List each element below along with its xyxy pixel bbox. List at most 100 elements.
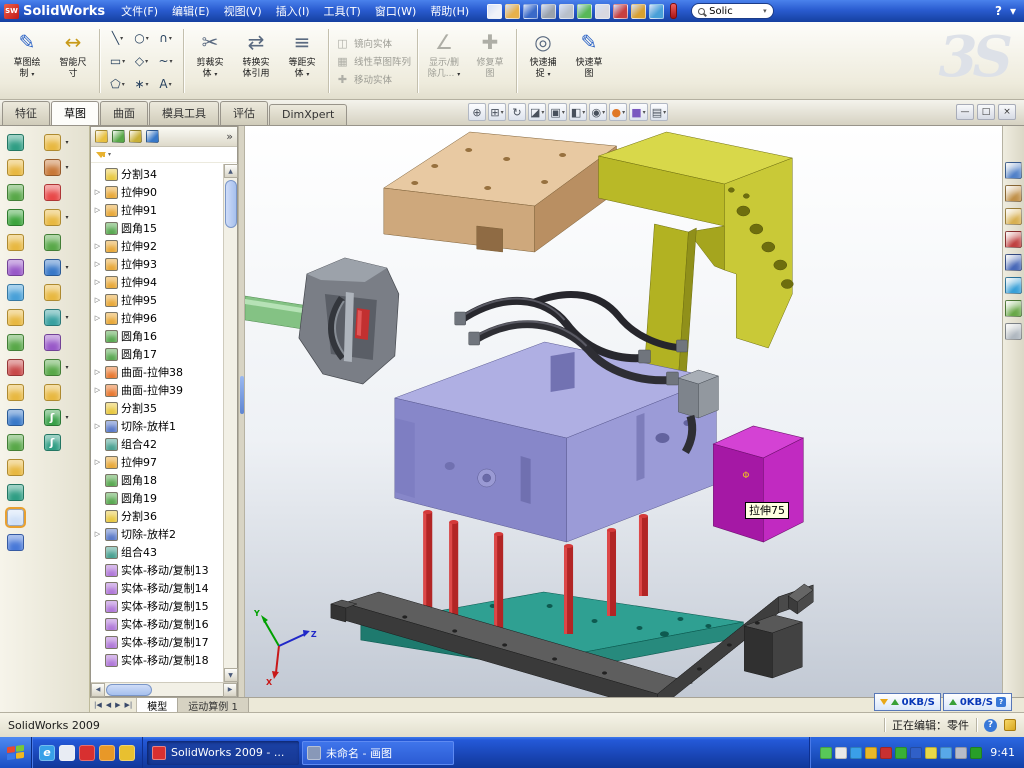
dock-tool-icon[interactable] <box>7 184 24 201</box>
outlook-icon[interactable] <box>119 745 135 761</box>
dock-tool-icon[interactable] <box>7 434 24 451</box>
edit-appearance-icon[interactable]: ●▾ <box>609 103 627 121</box>
display-style-icon[interactable]: ◧▾ <box>569 103 587 121</box>
taskbar-button-solidworks[interactable]: SolidWorks 2009 - ... <box>147 741 299 765</box>
tree-item[interactable]: 实体-移动/复制13 <box>93 561 223 579</box>
close-button[interactable]: × <box>998 104 1016 120</box>
dock-tool-icon[interactable] <box>7 534 24 551</box>
menu-item[interactable]: 窗口(W) <box>368 0 423 22</box>
dock-tool-icon[interactable] <box>7 209 24 226</box>
tree-item[interactable]: ▷ 切除-放样1 <box>93 417 223 435</box>
zoom-to-area-icon[interactable]: ⊞▾ <box>488 103 506 121</box>
tab-nav-arrow-icon[interactable]: ▶ <box>114 701 121 709</box>
dock-tool-icon[interactable] <box>7 284 24 301</box>
quick-snaps-button[interactable]: ◎ 快速捕捉 ▾ <box>520 25 566 97</box>
configurationmanager-tab-icon[interactable] <box>129 130 142 143</box>
tree-item[interactable]: ▷ 拉伸97 <box>93 453 223 471</box>
expand-arrow-icon[interactable]: ▷ <box>93 422 102 430</box>
scrollbar-thumb[interactable] <box>225 180 237 228</box>
show-desktop-icon[interactable] <box>59 745 75 761</box>
tree-item[interactable]: 圆角16 <box>93 327 223 345</box>
quick-tips-icon[interactable]: ? <box>984 719 997 732</box>
expand-arrow-icon[interactable]: ▷ <box>93 386 102 394</box>
save-icon[interactable] <box>523 4 538 19</box>
expand-arrow-icon[interactable]: ▷ <box>93 458 102 466</box>
internet-explorer-icon[interactable]: e <box>39 745 55 761</box>
color-swatch-icon[interactable] <box>649 4 664 19</box>
search-dropdown-icon[interactable]: ▾ <box>763 7 767 15</box>
dock-tool-icon[interactable] <box>7 409 24 426</box>
tab-nav-arrow-icon[interactable]: ▶| <box>124 701 134 709</box>
tray-icon[interactable] <box>850 747 862 759</box>
tab-nav-arrow-icon[interactable]: |◀ <box>93 701 103 709</box>
expand-arrow-icon[interactable]: ▷ <box>93 188 102 196</box>
file-explorer-icon[interactable] <box>1005 231 1022 248</box>
tree-item[interactable]: 实体-移动/复制16 <box>93 615 223 633</box>
tree-item[interactable]: 实体-移动/复制18 <box>93 651 223 669</box>
move-entities-button[interactable]: ✚移动实体 <box>335 72 411 86</box>
hook-tool-icon[interactable]: ʃ <box>44 409 61 426</box>
expand-arrow-icon[interactable]: ▷ <box>93 296 102 304</box>
tab-sketch[interactable]: 草图 <box>51 101 99 125</box>
help-icon[interactable]: ? <box>996 697 1006 707</box>
select-icon[interactable] <box>595 4 610 19</box>
header-chevron-icon[interactable]: » <box>226 130 233 143</box>
circle-tool[interactable]: ○▾ <box>130 27 153 49</box>
tray-icon[interactable] <box>955 747 967 759</box>
dock-tool-icon[interactable] <box>44 309 61 326</box>
tree-item[interactable]: 圆角15 <box>93 219 223 237</box>
dock-tool-icon[interactable] <box>7 234 24 251</box>
hook-tool-icon[interactable]: ʃ <box>44 434 61 451</box>
search-icon[interactable] <box>1005 254 1022 271</box>
options-icon[interactable] <box>631 4 646 19</box>
model-view[interactable]: Φ <box>245 126 1002 697</box>
tab-evaluate[interactable]: 评估 <box>220 101 268 125</box>
tab-surfaces[interactable]: 曲面 <box>100 101 148 125</box>
tree-item[interactable]: 组合42 <box>93 435 223 453</box>
tree-item[interactable]: ▷ 拉伸93 <box>93 255 223 273</box>
tray-icon[interactable] <box>925 747 937 759</box>
panel-splitter[interactable] <box>238 126 245 697</box>
solidworks-resources-icon[interactable] <box>1005 185 1022 202</box>
expand-arrow-icon[interactable]: ▷ <box>93 260 102 268</box>
dock-tool-icon[interactable] <box>44 184 61 201</box>
linear-sketch-pattern-button[interactable]: ▦线性草图阵列 <box>335 54 411 68</box>
offset-entities-button[interactable]: ≡ 等距实体 ▾ <box>279 25 325 97</box>
open-icon[interactable] <box>505 4 520 19</box>
tree-item[interactable]: 圆角17 <box>93 345 223 363</box>
menu-item[interactable]: 插入(I) <box>269 0 317 22</box>
tray-icon[interactable] <box>895 747 907 759</box>
view-palette-icon[interactable] <box>1005 277 1022 294</box>
display-delete-relations-button[interactable]: ∠ 显示/删除几... ▾ <box>421 25 467 97</box>
tree-item[interactable]: ▷ 拉伸90 <box>93 183 223 201</box>
dock-tool-icon[interactable] <box>44 134 61 151</box>
tree-item[interactable]: 分割36 <box>93 507 223 525</box>
repair-sketch-button[interactable]: ✚ 修复草图 <box>467 25 513 97</box>
dock-tool-icon[interactable] <box>44 259 61 276</box>
dock-tool-icon[interactable] <box>44 159 61 176</box>
tray-icon[interactable] <box>820 747 832 759</box>
dock-tool-icon[interactable] <box>7 309 24 326</box>
expand-arrow-icon[interactable]: ▷ <box>93 242 102 250</box>
expand-arrow-icon[interactable]: ▷ <box>93 278 102 286</box>
tray-icon[interactable] <box>835 747 847 759</box>
scroll-up-icon[interactable]: ▲ <box>224 164 238 178</box>
tree-item[interactable]: ▷ 切除-放样2 <box>93 525 223 543</box>
tree-item[interactable]: ▷ 拉伸92 <box>93 237 223 255</box>
view-orientation-icon[interactable]: ▣▾ <box>548 103 566 121</box>
tree-item[interactable]: ▷ 拉伸95 <box>93 291 223 309</box>
dock-tool-icon[interactable] <box>7 359 24 376</box>
tree-horizontal-scrollbar[interactable]: ◀ ▶ <box>91 682 237 696</box>
hide-show-items-icon[interactable]: ◉▾ <box>589 103 607 121</box>
custom-properties-icon[interactable] <box>1005 323 1022 340</box>
expand-toolbar-icon[interactable]: ▾ <box>1010 4 1016 18</box>
help-icon[interactable]: ? <box>995 4 1002 18</box>
dock-tool-icon[interactable] <box>7 259 24 276</box>
menu-item[interactable]: 帮助(H) <box>423 0 476 22</box>
graphics-area[interactable]: Φ <box>245 126 1002 697</box>
spline-tool[interactable]: ~▾ <box>154 50 177 72</box>
restore-button[interactable]: □ <box>977 104 995 120</box>
print-icon[interactable] <box>541 4 556 19</box>
tab-features[interactable]: 特征 <box>2 101 50 125</box>
tray-icon[interactable] <box>880 747 892 759</box>
